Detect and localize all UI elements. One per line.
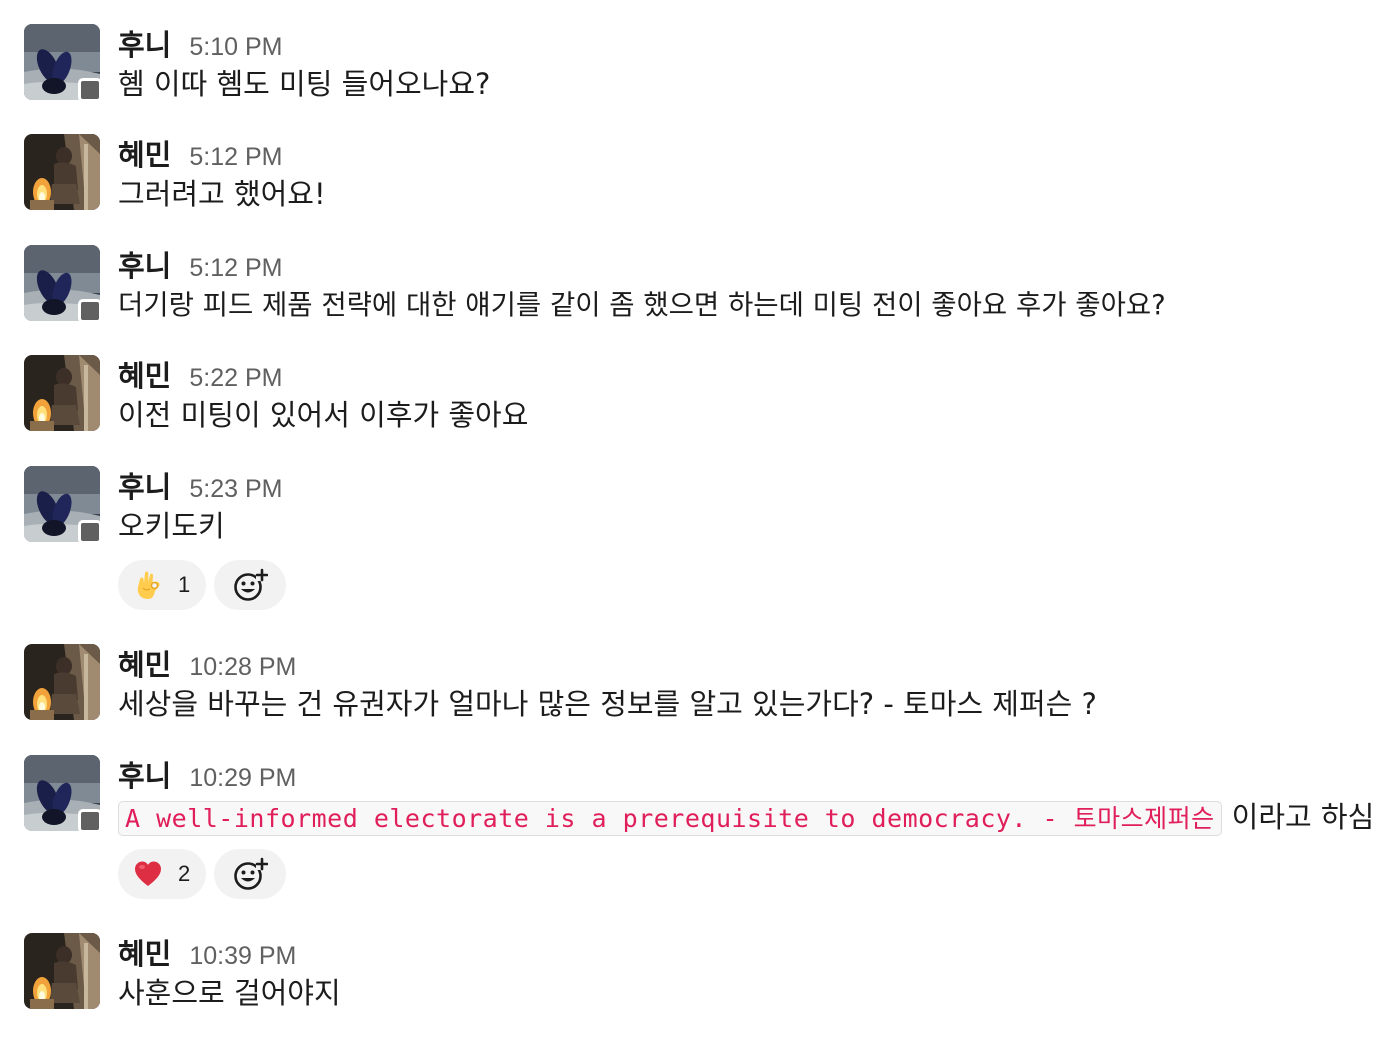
add-reaction-button[interactable] [214,560,287,610]
avatar[interactable] [24,644,100,720]
add-reaction-icon [232,567,268,603]
timestamp[interactable]: 10:28 PM [189,653,296,682]
message-text: 더기랑 피드 제품 전략에 대한 얘기를 같이 좀 했으면 하는데 미팅 전이 … [118,289,1166,321]
message-text: A well-informed electorate is a prerequi… [118,797,1374,839]
author-name[interactable]: 후니 [118,753,171,795]
author-name[interactable]: 후니 [118,243,171,285]
message-header: 후니 10:29 PM [118,753,296,793]
avatar[interactable] [24,933,100,1009]
message-text: 이전 미팅이 있어서 이후가 좋아요 [118,398,529,432]
message-text: 오키도키 [118,509,225,543]
avatar[interactable] [24,134,100,210]
timestamp[interactable]: 5:12 PM [189,143,282,172]
author-name[interactable]: 후니 [118,22,171,64]
reaction-count: 1 [178,572,191,597]
presence-status-icon [78,78,102,102]
message-header: 후니 5:10 PM [118,22,282,62]
reaction-pill[interactable]: 1 [118,560,207,610]
add-reaction-button[interactable] [214,849,287,899]
message-text-tail: 이라고 하심 [1231,800,1375,834]
reaction-count: 2 [178,861,191,886]
ok-hand-icon [134,569,162,601]
timestamp[interactable]: 10:39 PM [189,942,296,971]
message-text: 혬 이따 혬도 미팅 들어오나요? [118,67,491,101]
reactions-bar: 1 [118,560,287,610]
timestamp[interactable]: 5:22 PM [189,364,282,393]
author-name[interactable]: 후니 [118,464,171,506]
message-header: 후니 5:12 PM [118,243,282,283]
timestamp[interactable]: 5:12 PM [189,254,282,283]
red-heart-icon [134,858,162,890]
avatar[interactable] [24,355,100,431]
presence-status-icon [78,520,102,544]
message-header: 혜민 10:39 PM [118,931,296,971]
message-header: 혜민 5:22 PM [118,353,282,393]
message-header: 혜민 10:28 PM [118,642,296,682]
message-text: 세상을 바꾸는 건 유권자가 얼마나 많은 정보를 알고 있는가다? - 토마스… [118,687,1097,721]
timestamp[interactable]: 10:29 PM [189,764,296,793]
author-name[interactable]: 혜민 [118,931,171,973]
timestamp[interactable]: 5:10 PM [189,33,282,62]
timestamp[interactable]: 5:23 PM [189,475,282,504]
add-reaction-icon [232,856,268,892]
presence-status-icon [78,809,102,833]
author-name[interactable]: 혜민 [118,642,171,684]
reactions-bar: 2 [118,849,287,899]
presence-status-icon [78,299,102,323]
author-name[interactable]: 혜민 [118,353,171,395]
message-header: 후니 5:23 PM [118,464,282,504]
message-header: 혜민 5:12 PM [118,132,282,172]
inline-code: A well-informed electorate is a prerequi… [118,801,1222,836]
author-name[interactable]: 혜민 [118,132,171,174]
message-text: 사훈으로 걸어야지 [118,976,341,1010]
reaction-pill[interactable]: 2 [118,849,207,899]
message-text: 그러려고 했어요! [118,177,326,211]
